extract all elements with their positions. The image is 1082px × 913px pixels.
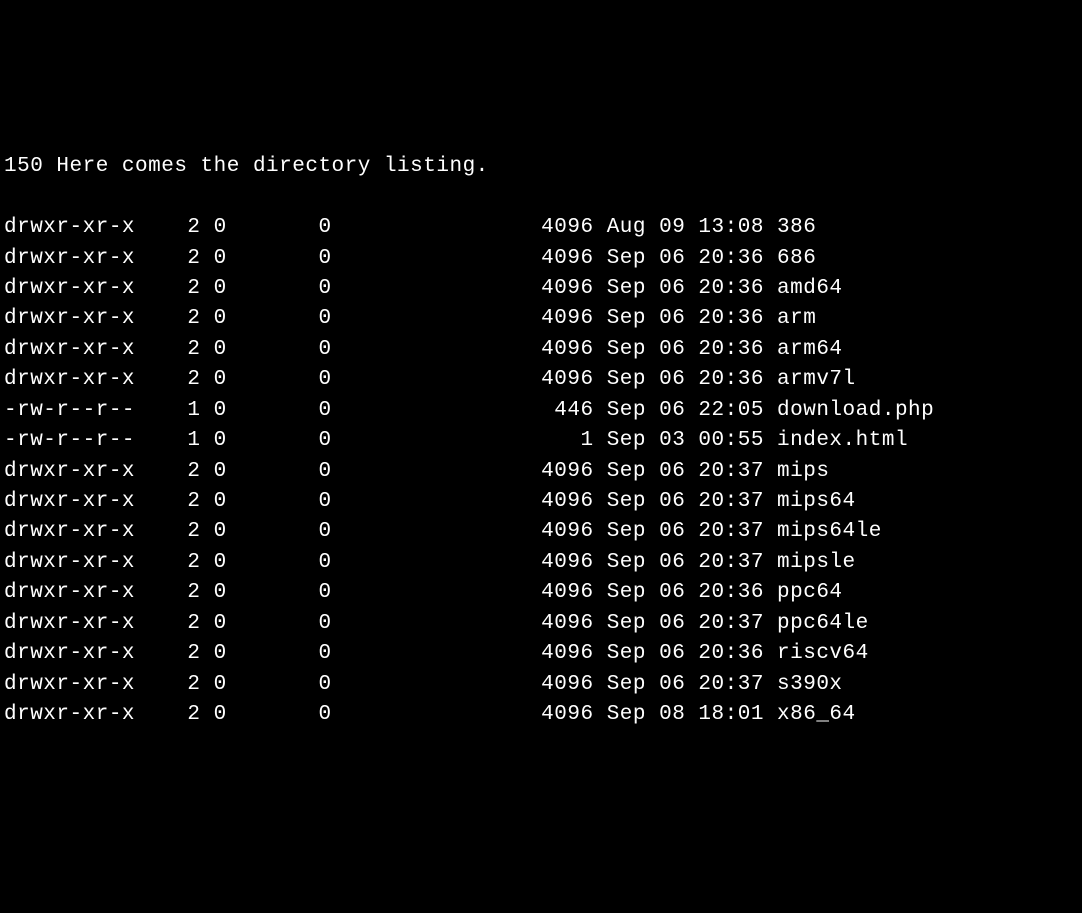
listing-row: drwxr-xr-x 2 0 0 4096 Sep 06 20:36 ppc64	[4, 578, 1078, 608]
listing-row: drwxr-xr-x 2 0 0 4096 Sep 06 20:36 amd64	[4, 274, 1078, 304]
listing-row: drwxr-xr-x 2 0 0 4096 Sep 06 20:36 arm64	[4, 335, 1078, 365]
listing-row: drwxr-xr-x 2 0 0 4096 Sep 06 20:37 mips	[4, 457, 1078, 487]
listing-row: drwxr-xr-x 2 0 0 4096 Sep 06 20:36 686	[4, 244, 1078, 274]
listing-header: 150 Here comes the directory listing.	[4, 152, 1078, 182]
listing-row: drwxr-xr-x 2 0 0 4096 Sep 06 20:37 s390x	[4, 670, 1078, 700]
listing-row: drwxr-xr-x 2 0 0 4096 Sep 06 20:36 armv7…	[4, 365, 1078, 395]
listing-row: drwxr-xr-x 2 0 0 4096 Aug 09 13:08 386	[4, 213, 1078, 243]
listing-row: drwxr-xr-x 2 0 0 4096 Sep 08 18:01 x86_6…	[4, 700, 1078, 730]
listing-row: drwxr-xr-x 2 0 0 4096 Sep 06 20:37 mips6…	[4, 517, 1078, 547]
directory-listing: drwxr-xr-x 2 0 0 4096 Aug 09 13:08 386dr…	[4, 213, 1078, 730]
listing-row: drwxr-xr-x 2 0 0 4096 Sep 06 20:36 riscv…	[4, 639, 1078, 669]
listing-row: -rw-r--r-- 1 0 0 1 Sep 03 00:55 index.ht…	[4, 426, 1078, 456]
listing-row: drwxr-xr-x 2 0 0 4096 Sep 06 20:36 arm	[4, 304, 1078, 334]
listing-row: -rw-r--r-- 1 0 0 446 Sep 06 22:05 downlo…	[4, 396, 1078, 426]
listing-row: drwxr-xr-x 2 0 0 4096 Sep 06 20:37 mips6…	[4, 487, 1078, 517]
listing-row: drwxr-xr-x 2 0 0 4096 Sep 06 20:37 mipsl…	[4, 548, 1078, 578]
terminal-output: 150 Here comes the directory listing. dr…	[4, 122, 1078, 761]
listing-row: drwxr-xr-x 2 0 0 4096 Sep 06 20:37 ppc64…	[4, 609, 1078, 639]
